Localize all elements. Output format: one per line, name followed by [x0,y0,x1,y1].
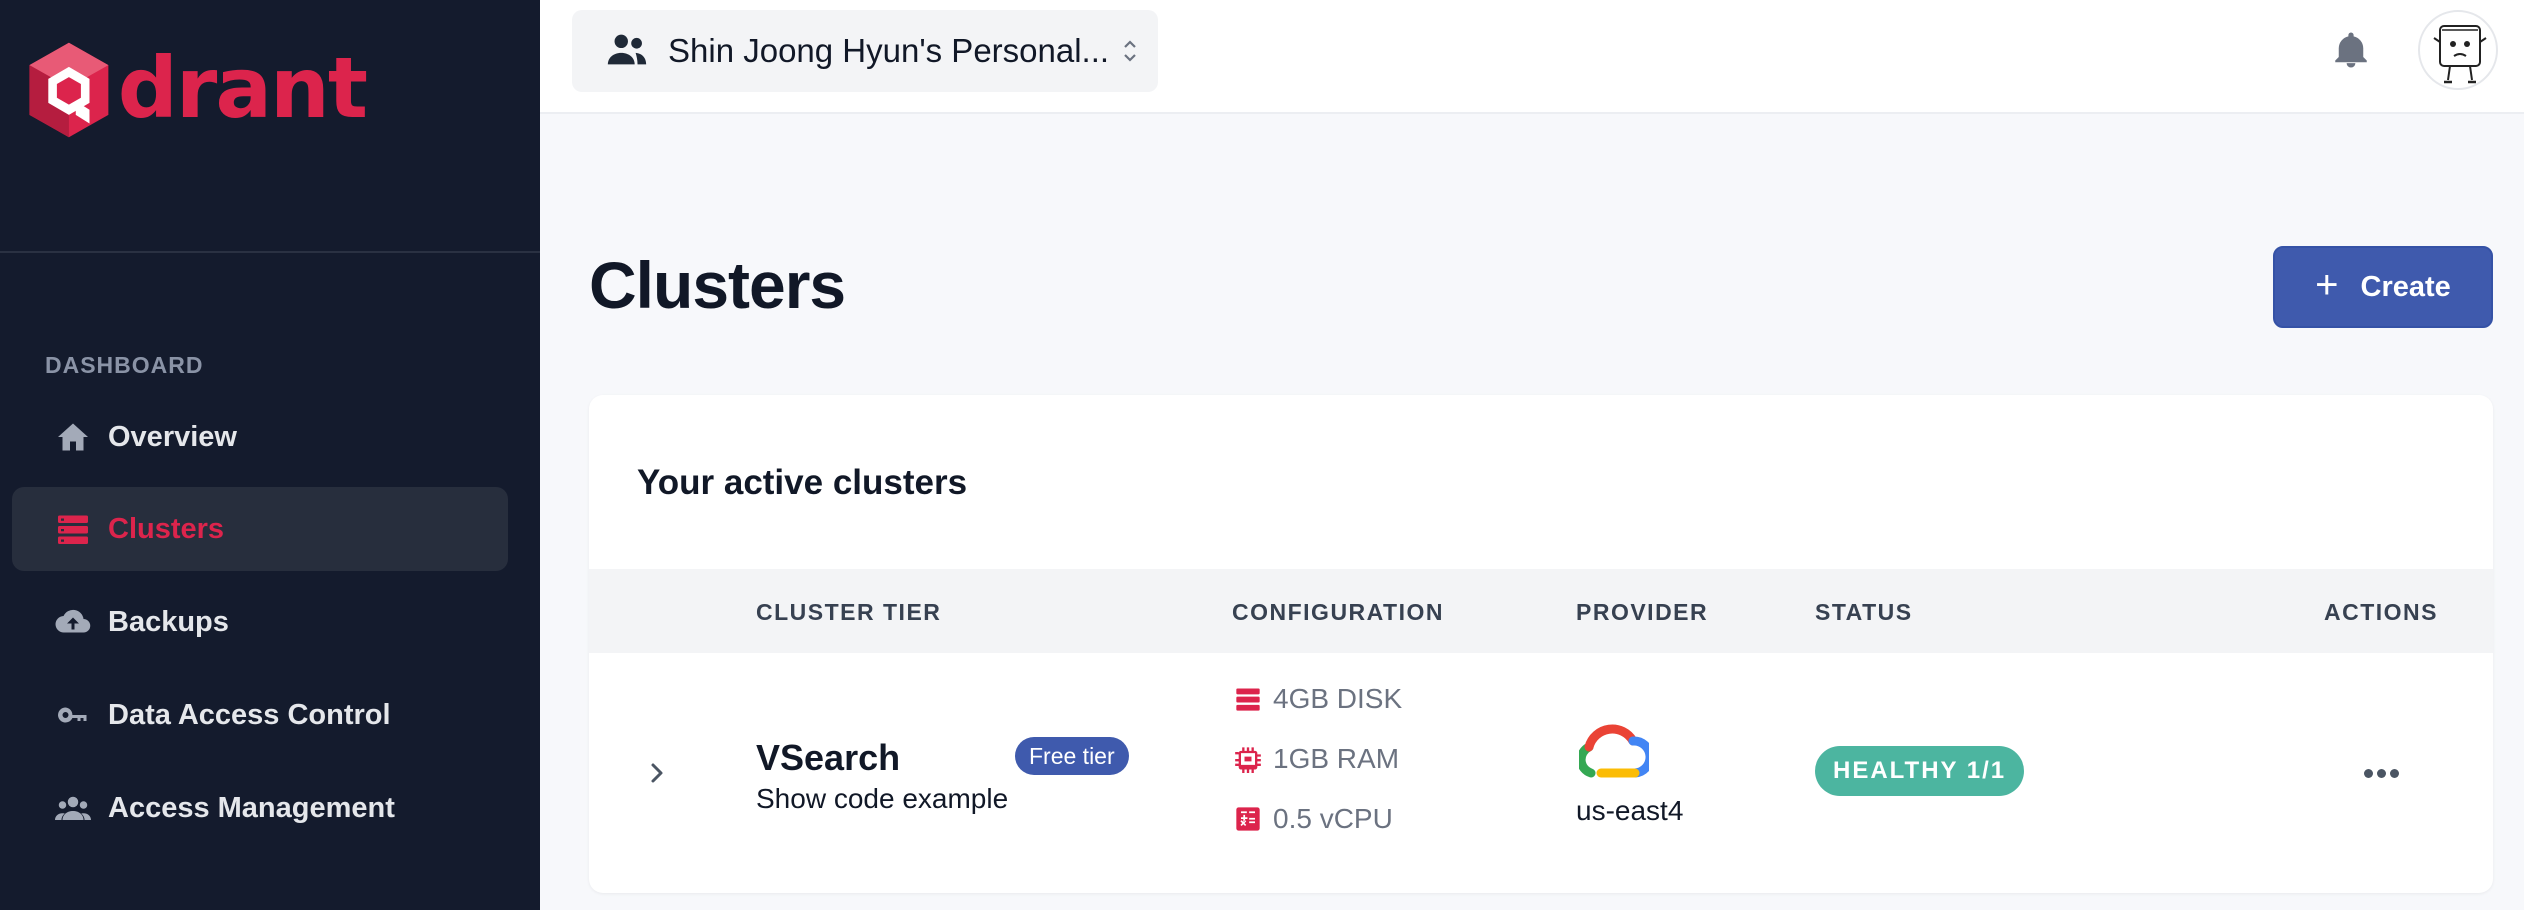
chevron-right-icon[interactable] [641,757,673,789]
qdrant-cube-icon [29,42,109,138]
chevron-up-down-icon [1124,40,1136,62]
config-vcpu-text: 0.5 vCPU [1273,803,1393,834]
table-header: CLUSTER TIER CONFIGURATION PROVIDER STAT… [589,569,2493,653]
provider-region: us-east4 [1576,795,1684,826]
sidebar-divider [0,251,540,253]
server-stack-icon [54,510,92,548]
user-avatar[interactable] [2418,10,2498,90]
show-code-example-link[interactable]: Show code example [756,783,1008,815]
sidebar-item-label: Overview [108,420,237,453]
column-header-cluster-tier: CLUSTER TIER [756,599,942,625]
more-actions-button[interactable] [2357,753,2405,793]
key-icon [54,696,92,734]
organization-name: Shin Joong Hyun's Personal... [668,32,1110,69]
config-vcpu: 0.5 vCPU [1233,803,1393,835]
organization-switcher[interactable]: Shin Joong Hyun's Personal... [572,10,1158,92]
config-disk-text: 4GB DISK [1273,683,1403,714]
sidebar-item-access-management[interactable]: Access Management [12,766,508,850]
doodle-avatar-icon [2433,25,2487,84]
sidebar-item-overview[interactable]: Overview [12,395,508,479]
column-header-status: STATUS [1815,599,1913,625]
calculator-icon [1233,804,1263,834]
status-badge: HEALTHY 1/1 [1815,746,2025,796]
sidebar-section-label: DASHBOARD [45,352,204,378]
sidebar-item-label: Access Management [108,791,395,824]
sidebar-item-clusters[interactable]: Clusters [12,487,508,571]
sidebar-item-label: Data Access Control [108,698,391,731]
sidebar-item-backups[interactable]: Backups [12,580,508,664]
column-header-configuration: CONFIGURATION [1232,599,1445,625]
card-title: Your active clusters [637,463,968,502]
column-header-actions: ACTIONS [2324,599,2438,625]
create-cluster-button[interactable]: + Create [2273,246,2493,328]
topbar: Shin Joong Hyun's Personal... [540,0,2524,114]
active-clusters-card: Your active clusters CLUSTER TIER CONFIG… [589,395,2493,893]
more-dots-icon [2363,768,2373,778]
config-ram: 1GB RAM [1233,743,1399,775]
create-button-label: Create [2360,270,2451,303]
disk-icon [1233,684,1263,714]
users-icon [54,789,92,827]
page-title: Clusters [589,248,846,322]
chip-icon [1233,744,1263,774]
plus-icon: + [2315,263,2339,307]
home-icon [54,418,92,456]
sidebar-item-label: Clusters [108,512,225,545]
cluster-name: VSearch [756,737,901,778]
sidebar: drant DASHBOARD Overview Clusters Backup… [0,0,540,910]
logo-text: drant [117,39,368,137]
config-disk: 4GB DISK [1233,683,1402,715]
tier-badge: Free tier [1015,737,1129,775]
sidebar-item-data-access-control[interactable]: Data Access Control [12,673,508,757]
sidebar-item-label: Backups [108,605,229,638]
google-cloud-icon [1579,724,1649,778]
people-icon [604,26,650,77]
column-header-provider: PROVIDER [1576,599,1709,625]
config-ram-text: 1GB RAM [1273,743,1400,774]
qdrant-logo[interactable]: drant [26,32,368,148]
cloud-upload-icon [54,603,92,641]
table-row[interactable]: VSearch Free tier Show code example 4GB … [589,653,2493,893]
bell-icon[interactable] [2330,28,2372,72]
